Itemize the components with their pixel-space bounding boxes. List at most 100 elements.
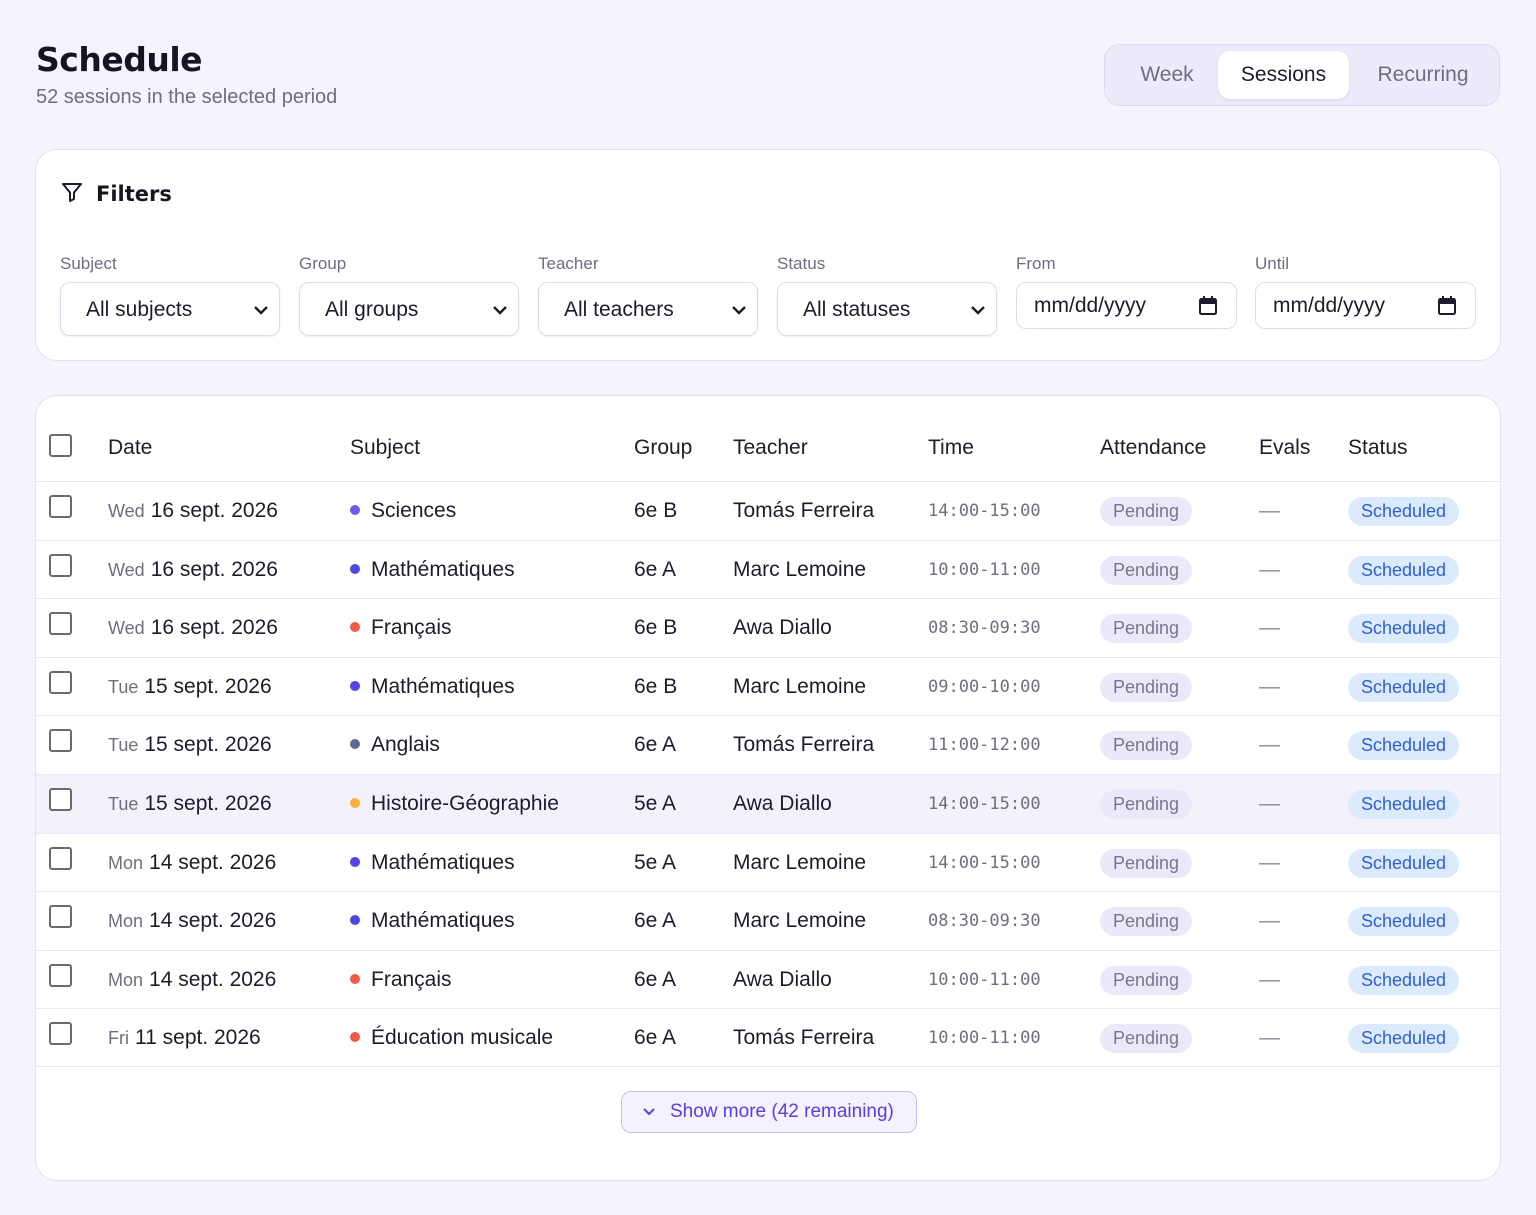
- date: 14 sept. 2026: [149, 967, 277, 991]
- date-cell: Tue 15 sept. 2026: [108, 716, 272, 774]
- evals: —: [1259, 733, 1280, 757]
- row-checkbox[interactable]: [49, 788, 72, 811]
- table-row[interactable]: Fri 11 sept. 2026 Éducation musicale 6e A To…: [36, 1008, 1500, 1067]
- table-row[interactable]: Tue 15 sept. 2026 Anglais 6e A Tomás Ferreir…: [36, 715, 1500, 774]
- until-date-input[interactable]: mm/dd/yyyy: [1255, 282, 1476, 329]
- subject-color-dot: [350, 563, 360, 574]
- table-row[interactable]: Mon 14 sept. 2026 Mathématiques 6e A Marc Le…: [36, 891, 1500, 950]
- row-checkbox[interactable]: [49, 963, 72, 987]
- group: 6e B: [634, 674, 678, 698]
- group: 6e A: [634, 1026, 677, 1050]
- evals: —: [1259, 792, 1280, 815]
- teacher: Marc Lemoine: [733, 850, 867, 874]
- teacher: Marc Lemoine: [733, 557, 867, 581]
- table-row[interactable]: Wed 16 sept. 2026 Mathématiques 6e A Marc Le…: [36, 539, 1500, 599]
- table-row[interactable]: Mon 14 sept. 2026 Mathématiques 5e A Marc Le…: [36, 832, 1500, 892]
- table-row[interactable]: Tue 15 sept. 2026 Mathématiques 6e B Marc Le…: [36, 656, 1500, 716]
- teacher-select[interactable]: All teachers: [538, 282, 758, 336]
- time: 08:30-09:30: [928, 911, 1041, 932]
- row-checkbox[interactable]: [49, 553, 72, 577]
- subject-cell: Mathématiques: [350, 658, 515, 716]
- subject-color-dot: [350, 973, 360, 984]
- weekday: Wed: [108, 618, 145, 639]
- group: 5e A: [634, 792, 677, 815]
- column-header-time[interactable]: Time: [928, 436, 974, 460]
- filter-teacher: Teacher All teachers: [538, 254, 758, 336]
- tab-week[interactable]: Week: [1111, 51, 1223, 99]
- subject-cell: Français: [350, 951, 452, 1009]
- weekday: Tue: [108, 735, 139, 756]
- column-header-status[interactable]: Status: [1348, 436, 1408, 460]
- row-checkbox[interactable]: [49, 905, 72, 929]
- filter-until-label: Until: [1255, 254, 1290, 273]
- weekday: Mon: [108, 852, 144, 873]
- status-select[interactable]: All statuses: [777, 282, 997, 336]
- teacher: Awa Diallo: [733, 792, 832, 815]
- date-cell: Fri 11 sept. 2026: [108, 1009, 261, 1067]
- time: 14:00-15:00: [928, 794, 1041, 814]
- column-header-attendance[interactable]: Attendance: [1100, 436, 1206, 460]
- row-checkbox[interactable]: [49, 846, 72, 870]
- time: 10:00-11:00: [928, 559, 1041, 580]
- filter-status-label: Status: [777, 254, 826, 273]
- group: 6e B: [634, 616, 678, 640]
- select-all-checkbox[interactable]: [49, 434, 72, 457]
- column-header-evals[interactable]: Evals: [1259, 436, 1310, 460]
- row-checkbox[interactable]: [49, 495, 72, 518]
- calendar-icon[interactable]: [1438, 296, 1456, 315]
- row-checkbox[interactable]: [49, 1022, 72, 1046]
- from-date-placeholder: mm/dd/yyyy: [1034, 294, 1147, 317]
- date: 15 sept. 2026: [144, 792, 272, 815]
- subject-color-dot: [350, 505, 360, 515]
- filter-subject: Subject All subjects: [60, 254, 280, 336]
- table-row[interactable]: Wed 16 sept. 2026 Français 6e B Awa Diallo 08…: [36, 598, 1500, 657]
- subject-cell: Sciences: [350, 482, 456, 540]
- subject: Mathématiques: [371, 557, 515, 581]
- group-select[interactable]: All groups: [299, 282, 519, 336]
- filter-teacher-label: Teacher: [538, 254, 599, 273]
- chevron-down-icon: [643, 1108, 655, 1116]
- status-badge: Scheduled: [1348, 555, 1460, 585]
- subject-cell: Histoire-Géographie: [350, 775, 559, 833]
- filters-card: Filters Subject All subjects Group All g…: [35, 149, 1501, 361]
- subject-cell: Mathématiques: [350, 541, 515, 599]
- tab-sessions[interactable]: Sessions: [1218, 51, 1349, 99]
- column-header-teacher[interactable]: Teacher: [733, 436, 808, 460]
- show-more-button[interactable]: Show more (42 remaining): [621, 1091, 917, 1133]
- tab-recurring[interactable]: Recurring: [1355, 51, 1491, 99]
- table-row[interactable]: Wed 16 sept. 2026 Sciences 6e B Tomás Ferrei…: [36, 481, 1500, 540]
- table-row[interactable]: Mon 14 sept. 2026 Français 6e A Awa Diallo 10…: [36, 949, 1500, 1009]
- status-badge: Scheduled: [1348, 790, 1460, 819]
- filter-subject-label: Subject: [60, 254, 117, 273]
- subject: Mathématiques: [371, 850, 515, 874]
- column-header-subject[interactable]: Subject: [350, 436, 420, 460]
- filter-icon: [60, 180, 96, 209]
- teacher: Marc Lemoine: [733, 909, 867, 933]
- from-date-input[interactable]: mm/dd/yyyy: [1016, 282, 1237, 329]
- date: 15 sept. 2026: [144, 674, 272, 698]
- attendance-badge: Pending: [1100, 614, 1193, 644]
- column-header-group[interactable]: Group: [634, 436, 692, 460]
- teacher-select-value: All teachers: [564, 298, 674, 321]
- row-checkbox[interactable]: [49, 670, 72, 694]
- column-header-date[interactable]: Date: [108, 436, 152, 460]
- subject-cell: Anglais: [350, 716, 440, 774]
- row-checkbox[interactable]: [49, 612, 72, 636]
- status-select-value: All statuses: [803, 298, 911, 321]
- table-row[interactable]: Tue 15 sept. 2026 Histoire-Géographie 5e A A…: [36, 774, 1500, 833]
- date-cell: Mon 14 sept. 2026: [108, 951, 276, 1009]
- chevron-down-icon: [254, 306, 268, 315]
- view-switcher: Week Sessions Recurring: [1104, 44, 1500, 106]
- subject-color-dot: [350, 915, 360, 926]
- date-cell: Mon 14 sept. 2026: [108, 892, 276, 950]
- evals: —: [1259, 499, 1280, 522]
- attendance-badge: Pending: [1100, 1024, 1193, 1054]
- calendar-icon[interactable]: [1199, 296, 1217, 315]
- subject-select[interactable]: All subjects: [60, 282, 280, 336]
- weekday: Mon: [108, 969, 144, 990]
- attendance-badge: Pending: [1100, 497, 1193, 526]
- row-checkbox[interactable]: [49, 729, 72, 753]
- chevron-down-icon: [493, 306, 507, 315]
- subject: Éducation musicale: [371, 1026, 554, 1050]
- attendance-badge: Pending: [1100, 672, 1193, 702]
